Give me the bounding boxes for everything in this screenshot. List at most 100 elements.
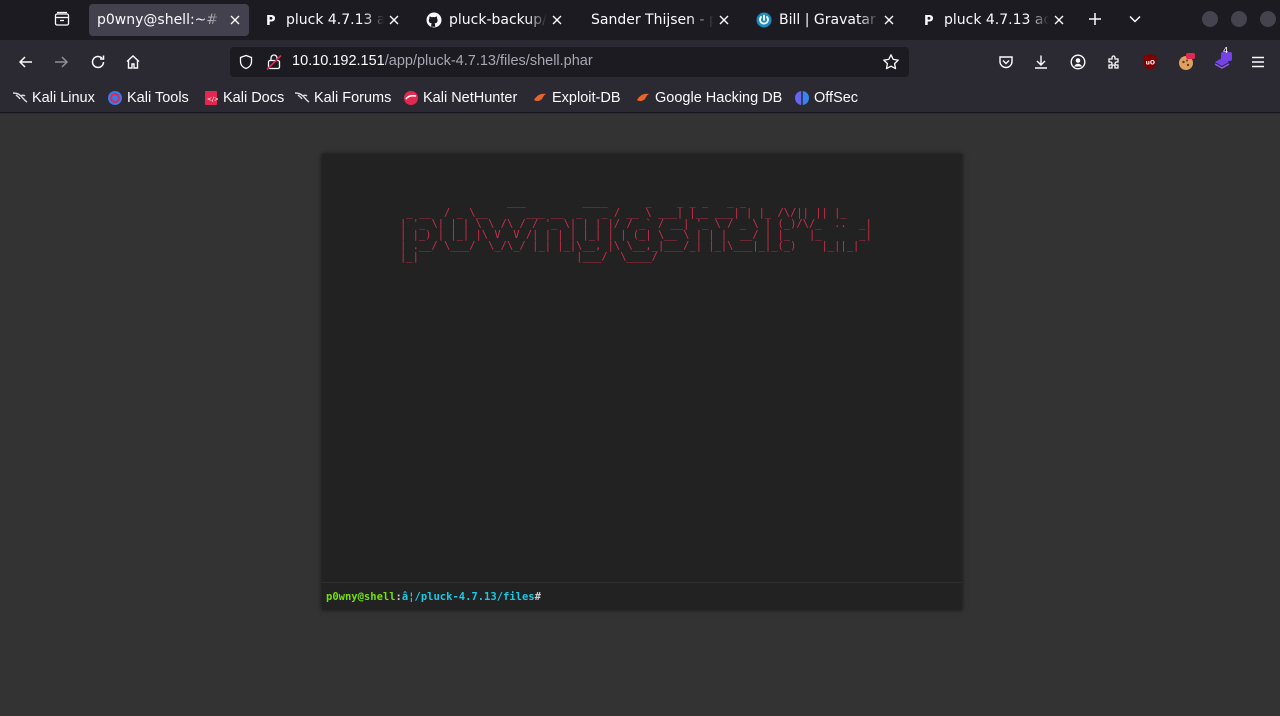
bookmark-kali-docs[interactable]: </> Kali Docs <box>203 88 284 108</box>
prompt-cwd: â¦/pluck-4.7.13/files <box>401 591 535 603</box>
tab-title: pluck-backup/backup <box>449 12 547 28</box>
pocket-button[interactable] <box>994 50 1018 74</box>
bookmark-kali-tools[interactable]: Kali Tools <box>107 88 189 108</box>
kali-dragon-icon <box>12 90 28 106</box>
pluck-p-icon: P <box>921 12 937 28</box>
kali-tools-icon <box>107 90 123 106</box>
kali-dragon-icon <box>294 90 310 106</box>
new-tab-button[interactable] <box>1082 6 1108 32</box>
close-window-button[interactable] <box>1260 11 1276 27</box>
ublock-origin-icon: uO <box>1143 54 1157 70</box>
svg-text:</>: </> <box>207 96 218 103</box>
arrow-right-icon <box>55 56 69 68</box>
shell-ascii-banner: ___ ____ _ _ _ _ _ _ _ __ / _ \__ ___ __… <box>400 195 872 263</box>
tab-title: pluck 4.7.13 admin <box>286 12 384 28</box>
download-icon <box>1035 55 1047 69</box>
navigation-toolbar: 10.10.192.151/app/pluck-4.7.13/files/she… <box>0 40 1280 84</box>
reload-icon <box>91 55 105 69</box>
close-tab-icon[interactable] <box>225 10 245 30</box>
bookmark-kali-nethunter[interactable]: Kali NetHunter <box>403 88 517 108</box>
forward-button[interactable] <box>47 48 75 76</box>
url-path: /app/pluck-4.7.13/files/shell.phar <box>384 53 593 69</box>
github-icon <box>426 12 442 28</box>
tab-pluck-admin-2[interactable]: P pluck 4.7.13 admin <box>913 4 1073 36</box>
bookmark-google-hacking-db[interactable]: Google Hacking DB <box>635 88 782 108</box>
firefox-view-button[interactable] <box>48 5 76 33</box>
svg-text:P: P <box>924 14 934 27</box>
pluck-p-icon: P <box>263 12 279 28</box>
bookmark-label: OffSec <box>814 90 859 106</box>
bookmark-label: Kali Tools <box>127 90 189 106</box>
chevron-down-icon <box>1129 15 1141 23</box>
firefox-view-icon <box>54 11 70 26</box>
gravatar-icon <box>756 12 772 28</box>
shell-divider <box>322 582 962 583</box>
nethunter-icon <box>403 90 419 106</box>
reload-button[interactable] <box>84 48 112 76</box>
bookmark-kali-forums[interactable]: Kali Forums <box>294 88 391 108</box>
url-bar[interactable]: 10.10.192.151/app/pluck-4.7.13/files/she… <box>230 47 909 77</box>
prompt-hash: # <box>534 591 541 603</box>
bookmark-label: Google Hacking DB <box>655 90 783 106</box>
shell-prompt[interactable]: p0wny@shell:â¦/pluck-4.7.13/files# <box>326 590 927 604</box>
back-button[interactable] <box>12 48 40 76</box>
close-tab-icon[interactable] <box>879 10 899 30</box>
arrow-left-icon <box>18 56 32 68</box>
kali-docs-icon: </> <box>203 90 219 106</box>
app-menu-button[interactable] <box>1246 50 1270 74</box>
tab-title: Sander Thijsen - pia <box>591 12 714 28</box>
exploitdb-icon <box>635 90 651 106</box>
tab-pluck-admin-1[interactable]: P pluck 4.7.13 admin <box>255 4 408 36</box>
hamburger-menu-icon <box>1252 56 1264 68</box>
home-icon <box>126 55 140 69</box>
tab-title: pluck 4.7.13 admin <box>944 12 1049 28</box>
extension-badge-icon <box>1214 52 1232 69</box>
bookmark-kali-linux[interactable]: Kali Linux <box>12 88 95 108</box>
cookie-extension-button[interactable] <box>1174 50 1198 74</box>
list-all-tabs-button[interactable] <box>1122 6 1148 32</box>
tracking-protection-shield-icon[interactable] <box>238 54 254 74</box>
tab-pluck-backup[interactable]: pluck-backup/backup <box>418 4 571 36</box>
url-host: 10.10.192.151 <box>292 53 385 69</box>
pocket-icon <box>999 56 1013 69</box>
plus-icon <box>1089 13 1101 25</box>
page-content: ___ ____ _ _ _ _ _ _ _ __ / _ \__ ___ __… <box>0 114 1280 716</box>
tab-p0wny-shell[interactable]: p0wny@shell:~# <box>89 4 249 36</box>
tab-strip: p0wny@shell:~# P pluck 4.7.13 admin pluc… <box>0 0 1280 40</box>
home-button[interactable] <box>119 48 147 76</box>
tab-gravatar[interactable]: Bill | Gravatar <box>748 4 903 36</box>
bookmark-label: Kali Forums <box>314 90 392 106</box>
offsec-icon <box>794 90 810 106</box>
prompt-user: p0wny@shell <box>326 591 396 603</box>
close-tab-icon[interactable] <box>1049 10 1069 30</box>
bookmark-offsec[interactable]: OffSec <box>794 88 858 108</box>
maximize-window-button[interactable] <box>1231 11 1247 27</box>
exploitdb-icon <box>532 90 548 106</box>
account-button[interactable] <box>1066 50 1090 74</box>
minimize-window-button[interactable] <box>1202 11 1218 27</box>
bookmark-label: Exploit-DB <box>552 90 621 106</box>
account-icon <box>1070 54 1086 70</box>
extension-badge-count: 4 <box>1223 46 1229 55</box>
puzzle-piece-icon <box>1108 55 1119 69</box>
cookie-icon <box>1179 53 1195 70</box>
bookmark-star-icon[interactable] <box>882 53 900 75</box>
close-tab-icon[interactable] <box>714 10 734 30</box>
bookmark-exploit-db[interactable]: Exploit-DB <box>532 88 621 108</box>
bookmark-label: Kali Linux <box>32 90 95 106</box>
bookmarks-toolbar: Kali Linux Kali Tools </> Kali Docs Kali… <box>0 84 1280 113</box>
svg-text:uO: uO <box>1146 60 1155 67</box>
insecure-lock-icon[interactable] <box>266 53 282 75</box>
downloads-button[interactable] <box>1029 50 1053 74</box>
tab-sander-thijsen[interactable]: Sander Thijsen - pia <box>583 4 738 36</box>
bookmark-label: Kali NetHunter <box>423 90 518 106</box>
tab-title: p0wny@shell:~# <box>97 12 219 28</box>
ublock-origin-button[interactable]: uO <box>1138 50 1162 74</box>
url-text[interactable]: 10.10.192.151/app/pluck-4.7.13/files/she… <box>292 53 593 69</box>
shell-command-input[interactable] <box>547 590 927 604</box>
foxyproxy-extension-button[interactable]: 4 <box>1210 46 1234 74</box>
shell-terminal[interactable]: ___ ____ _ _ _ _ _ _ _ __ / _ \__ ___ __… <box>322 154 962 610</box>
extensions-button[interactable] <box>1102 50 1126 74</box>
close-tab-icon[interactable] <box>384 10 404 30</box>
close-tab-icon[interactable] <box>547 10 567 30</box>
